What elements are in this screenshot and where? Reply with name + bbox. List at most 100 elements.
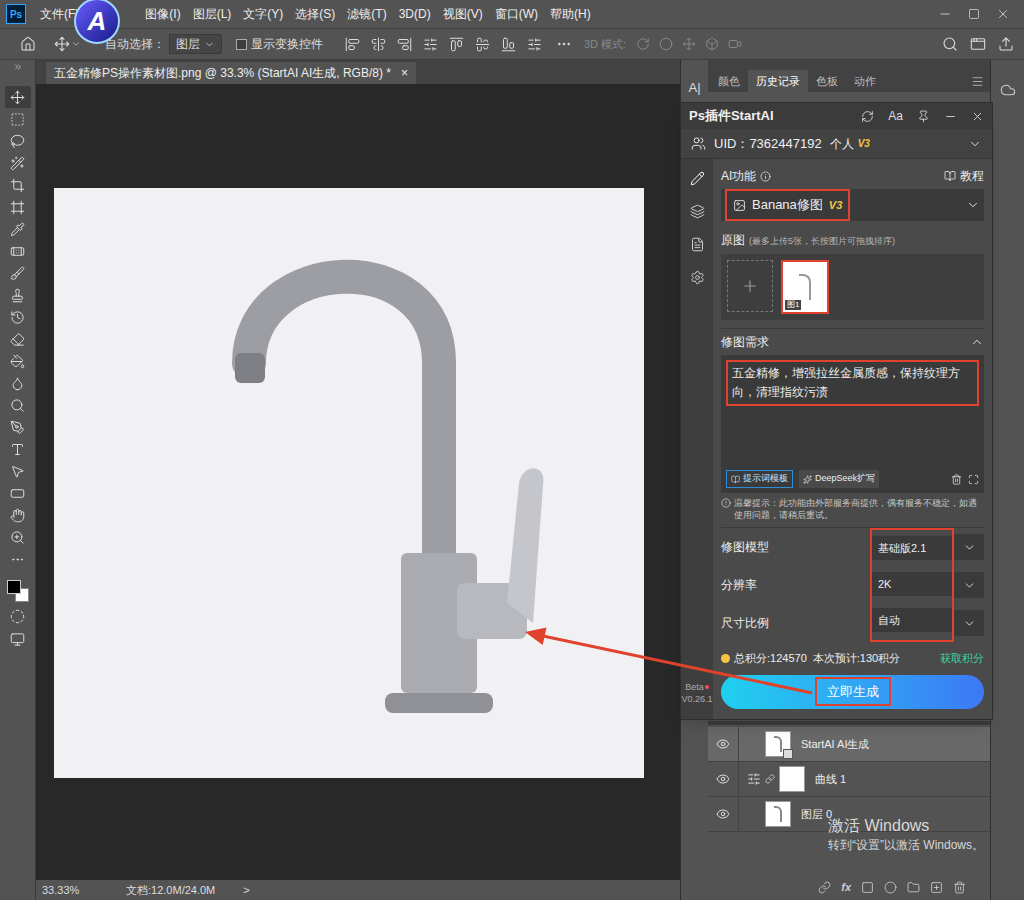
align-top-icon[interactable] <box>449 37 464 52</box>
align-center-icon[interactable] <box>371 37 386 52</box>
panel-tab[interactable]: 色板 <box>808 70 846 92</box>
visibility-eye-icon[interactable] <box>716 772 730 786</box>
type-tool-icon[interactable] <box>10 442 25 457</box>
more-icon[interactable] <box>556 36 572 52</box>
edit-nav-icon[interactable] <box>690 171 705 186</box>
fullscreen-icon[interactable] <box>968 474 979 485</box>
path-select-tool-icon[interactable] <box>10 464 25 479</box>
panel-tab[interactable]: 动作 <box>846 70 884 92</box>
status-menu-arrow[interactable]: > <box>243 882 249 899</box>
layer-name[interactable]: 图层 0 <box>801 806 832 823</box>
eyedropper-tool-icon[interactable] <box>10 222 25 237</box>
layer-row[interactable]: 曲线 1 <box>708 762 990 797</box>
align-left-icon[interactable] <box>345 37 360 52</box>
function-select[interactable]: Banana修图V3 <box>721 189 984 221</box>
group-icon[interactable] <box>907 881 920 894</box>
visibility-eye-icon[interactable] <box>716 807 730 821</box>
menu-item[interactable]: 视图(V) <box>443 5 483 23</box>
menu-item[interactable]: 滤镜(T) <box>347 5 386 23</box>
edit-toolbar-icon[interactable] <box>10 552 25 567</box>
show-transform-checkbox[interactable] <box>236 39 247 50</box>
setting-value[interactable]: 自动 <box>872 608 952 632</box>
align-right-icon[interactable] <box>397 37 412 52</box>
dodge-tool-icon[interactable] <box>10 398 25 413</box>
menu-item[interactable]: 选择(S) <box>295 5 335 23</box>
zoom-level[interactable]: 33.33% <box>42 882 114 899</box>
3d-slide-icon[interactable] <box>705 37 719 51</box>
eraser-tool-icon[interactable] <box>10 332 25 347</box>
setting-value[interactable]: 2K <box>872 572 952 596</box>
startai-logo[interactable]: A <box>74 0 120 44</box>
link-layers-icon[interactable] <box>818 881 831 894</box>
visibility-eye-icon[interactable] <box>716 737 730 751</box>
3d-roll-icon[interactable] <box>659 37 673 51</box>
fx-button[interactable]: fx <box>841 879 851 896</box>
panel-tab[interactable]: 颜色 <box>710 70 748 92</box>
docs-nav-icon[interactable] <box>690 237 705 252</box>
new-layer-icon[interactable] <box>930 881 943 894</box>
frame-tool-icon[interactable] <box>10 200 25 215</box>
canvas[interactable] <box>36 84 680 880</box>
search-icon[interactable] <box>942 36 958 52</box>
menu-item[interactable]: 文字(Y) <box>243 5 283 23</box>
panel-menu-icon[interactable] <box>971 75 984 88</box>
upload-button[interactable] <box>727 260 773 312</box>
libraries-icon[interactable] <box>1000 82 1016 98</box>
zoom-tool-icon[interactable] <box>10 530 25 545</box>
auto-select-dropdown[interactable]: 图层 <box>169 34 222 54</box>
move-tool-icon[interactable] <box>54 36 70 52</box>
rectangle-tool-icon[interactable] <box>10 486 25 501</box>
generate-button[interactable]: 立即生成 <box>721 675 984 709</box>
font-size-button[interactable]: Aa <box>888 107 903 125</box>
align-middle-icon[interactable] <box>475 37 490 52</box>
3d-scale-icon[interactable] <box>728 37 742 51</box>
adjustment-layer-icon[interactable] <box>884 881 897 894</box>
setting-dropdown-icon[interactable] <box>963 541 976 554</box>
minimize-icon[interactable] <box>938 7 952 21</box>
pin-icon[interactable] <box>917 110 930 123</box>
deepseek-button[interactable]: DeepSeek扩写 <box>799 470 879 488</box>
screen-mode-icon[interactable] <box>10 632 25 647</box>
source-thumbnail[interactable]: 图1 <box>781 260 829 314</box>
close-icon[interactable] <box>996 7 1010 21</box>
menu-item[interactable]: 窗口(W) <box>495 5 538 23</box>
document-tab[interactable]: 五金精修PS操作素材图.png @ 33.3% (StartAI AI生成, R… <box>46 62 416 84</box>
align-bottom-icon[interactable] <box>501 37 516 52</box>
lasso-tool-icon[interactable] <box>10 134 25 149</box>
settings-nav-icon[interactable] <box>690 270 705 285</box>
color-swatches[interactable] <box>4 574 32 604</box>
distribute-icon[interactable] <box>423 37 438 52</box>
setting-dropdown-icon[interactable] <box>963 617 976 630</box>
setting-value[interactable]: 基础版2.1 <box>872 536 952 560</box>
distribute-vertical-icon[interactable] <box>527 37 542 52</box>
brush-tool-icon[interactable] <box>10 266 25 281</box>
paint-bucket-tool-icon[interactable] <box>10 354 25 369</box>
get-points-link[interactable]: 获取积分 <box>940 650 984 667</box>
menu-item[interactable]: 帮助(H) <box>550 5 591 23</box>
history-brush-tool-icon[interactable] <box>10 310 25 325</box>
menu-item[interactable]: 图层(L) <box>193 5 232 23</box>
tab-close-button[interactable]: × <box>401 64 408 82</box>
maximize-icon[interactable] <box>968 8 980 20</box>
share-icon[interactable] <box>998 36 1014 52</box>
setting-dropdown-icon[interactable] <box>963 579 976 592</box>
prompt-box[interactable]: 五金精修，增强拉丝金属质感，保持纹理方向，清理指纹污渍提示词模板DeepSeek… <box>721 355 984 493</box>
close-icon[interactable] <box>971 110 984 123</box>
add-mask-icon[interactable] <box>861 881 874 894</box>
home-icon[interactable] <box>20 36 36 52</box>
menu-item[interactable]: 图像(I) <box>145 5 180 23</box>
chevron-down-icon[interactable] <box>966 198 980 212</box>
collapse-icon[interactable] <box>970 335 984 349</box>
chevron-down-icon[interactable] <box>204 39 215 50</box>
move-tool-icon[interactable] <box>10 90 25 105</box>
expand-account-icon[interactable] <box>968 137 982 151</box>
clear-icon[interactable] <box>951 474 962 485</box>
foreground-color[interactable] <box>7 580 21 594</box>
layers-nav-icon[interactable] <box>690 204 705 219</box>
hand-tool-icon[interactable] <box>10 508 25 523</box>
workspace-icon[interactable] <box>970 36 986 52</box>
3d-rotate-icon[interactable] <box>636 37 650 51</box>
quick-mask-icon[interactable] <box>10 609 25 624</box>
crop-tool-icon[interactable] <box>10 178 25 193</box>
minimize-icon[interactable] <box>944 110 957 123</box>
